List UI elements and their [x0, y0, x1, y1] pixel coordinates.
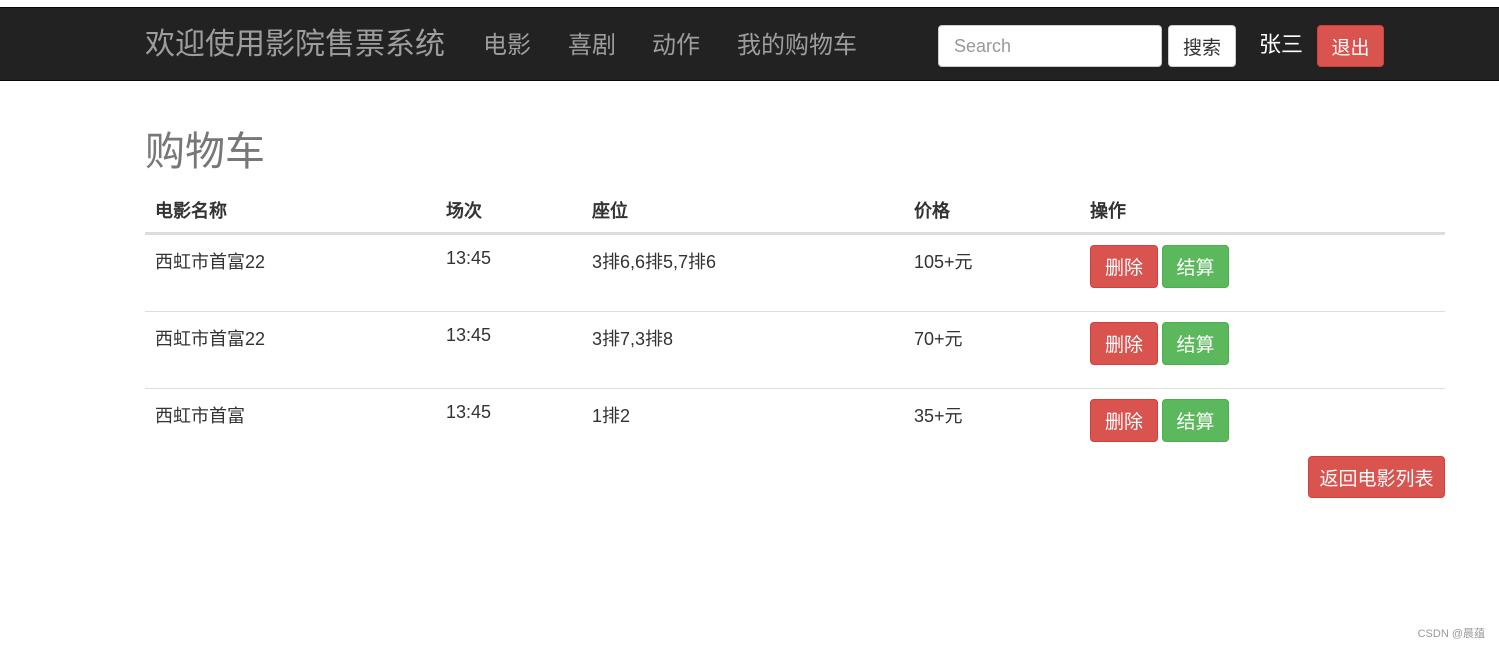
- search-input[interactable]: [938, 25, 1162, 67]
- logout-button[interactable]: 退出: [1317, 25, 1384, 67]
- table-row: 西虹市首富22 13:45 3排7,3排8 70+元 删除 结算: [145, 311, 1445, 389]
- delete-button[interactable]: 删除: [1090, 399, 1158, 442]
- table-header-row: 电影名称 场次 座位 价格 操作: [145, 188, 1445, 235]
- cell-session: 13:45: [446, 248, 492, 268]
- cell-actions: 删除 结算: [1080, 311, 1445, 389]
- cell-session: 13:45: [436, 388, 582, 465]
- column-header-actions: 操作: [1080, 188, 1445, 235]
- cell-movie: 西虹市首富22: [155, 252, 266, 272]
- checkout-button[interactable]: 结算: [1162, 399, 1229, 442]
- username-label: 张三: [1259, 32, 1304, 57]
- cell-seats: 3排6,6排5,7排6: [592, 252, 717, 272]
- page-title: 购物车: [145, 130, 265, 174]
- cell-session: 13:45: [436, 311, 582, 389]
- watermark: CSDN @晨蕴: [1417, 628, 1485, 640]
- delete-button[interactable]: 删除: [1090, 245, 1158, 288]
- cart-table: 电影名称 场次 座位 价格 操作 西虹市首富22 13:45 3排6,6排5,7…: [145, 188, 1445, 465]
- nav-link-comedy[interactable]: 喜剧: [568, 30, 616, 62]
- cell-actions: 删除 结算: [1080, 388, 1445, 465]
- column-header-session: 场次: [436, 188, 582, 235]
- cell-movie: 西虹市首富22: [145, 311, 436, 389]
- back-to-movie-list-button[interactable]: 返回电影列表: [1308, 456, 1445, 498]
- cell-price: 35+元: [904, 388, 1080, 465]
- nav-link-action[interactable]: 动作: [652, 30, 700, 62]
- cell-movie: 西虹市首富: [145, 388, 436, 465]
- checkout-button[interactable]: 结算: [1162, 245, 1229, 288]
- checkout-button[interactable]: 结算: [1162, 322, 1229, 365]
- cell-seats: 1排2: [582, 388, 904, 465]
- table-row: 西虹市首富 13:45 1排2 35+元 删除 结算: [145, 388, 1445, 465]
- top-navbar: 欢迎使用影院售票系统 电影 喜剧 动作 我的购物车 搜索 张三 退出: [0, 7, 1499, 81]
- cell-actions: 删除 结算: [1080, 234, 1445, 312]
- column-header-seats: 座位: [582, 188, 904, 235]
- search-button[interactable]: 搜索: [1168, 25, 1236, 67]
- nav-link-movies[interactable]: 电影: [483, 30, 531, 62]
- nav-link-my-cart[interactable]: 我的购物车: [737, 30, 857, 62]
- cell-seats: 3排7,3排8: [582, 311, 904, 389]
- delete-button[interactable]: 删除: [1090, 322, 1158, 365]
- column-header-price: 价格: [904, 188, 1080, 235]
- table-row: 西虹市首富22 13:45 3排6,6排5,7排6 105+元 删除 结算: [145, 234, 1445, 312]
- cell-price: 70+元: [904, 311, 1080, 389]
- column-header-movie: 电影名称: [145, 188, 436, 235]
- cell-price: 105+元: [914, 252, 973, 272]
- brand-title[interactable]: 欢迎使用影院售票系统: [145, 26, 445, 64]
